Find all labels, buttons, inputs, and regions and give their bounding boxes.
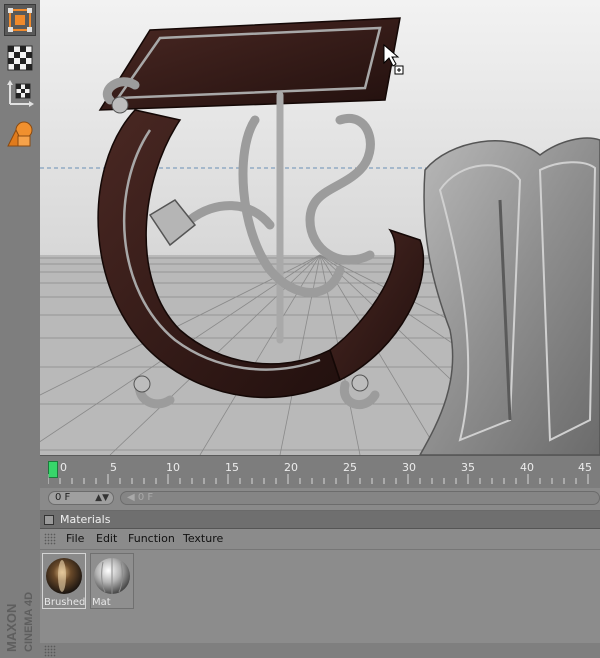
svg-text:MAXON: MAXON [4, 604, 19, 652]
select-icon[interactable] [4, 4, 36, 36]
tick-label: 30 [402, 461, 416, 474]
current-frame-field[interactable]: 0 F ▲▼ [48, 491, 114, 505]
tick-label: 20 [284, 461, 298, 474]
menu-file[interactable]: File [66, 532, 84, 545]
panel-footer [40, 643, 600, 658]
materials-panel: Materials File Edit Function Texture Bru… [40, 511, 600, 658]
tick-label: 35 [461, 461, 475, 474]
tick-label: 25 [343, 461, 357, 474]
panel-toggle-icon[interactable] [44, 515, 54, 525]
material-swatch-brushed[interactable]: Brushed [42, 553, 86, 609]
tick-label: 45 [578, 461, 592, 474]
menu-function[interactable]: Function [128, 532, 175, 545]
material-label: Mat [92, 597, 111, 608]
material-swatch-mat[interactable]: Mat [90, 553, 134, 609]
tick-label: 5 [110, 461, 117, 474]
timeline-ruler[interactable]: 0 5 10 15 20 25 30 35 40 45 [40, 456, 600, 489]
frame-controls: 0 F ▲▼ ◀ 0 F [40, 488, 600, 511]
ruler-ticks [48, 474, 589, 484]
frame-range-field[interactable]: ◀ 0 F [120, 491, 600, 505]
axis-checker-icon[interactable] [4, 78, 36, 110]
tick-label: 10 [166, 461, 180, 474]
materials-header: Materials [40, 511, 600, 529]
letter-w-model[interactable] [419, 137, 600, 455]
menu-texture[interactable]: Texture [183, 532, 223, 545]
grip-icon[interactable] [44, 533, 56, 545]
panel-title: Materials [60, 513, 111, 526]
arrow-left-icon: ◀ [127, 492, 135, 503]
tick-label: 40 [520, 461, 534, 474]
cinema4d-window: MAXON CINEMA 4D 0 5 10 15 20 25 30 35 40… [0, 0, 600, 658]
mat-sphere-icon [94, 558, 130, 594]
current-frame-value: 0 F [55, 492, 71, 503]
tick-label: 0 [60, 461, 67, 474]
primitive-shapes-icon[interactable] [4, 118, 36, 150]
checker-icon[interactable] [4, 42, 36, 74]
tick-label: 15 [225, 461, 239, 474]
3d-viewport[interactable] [40, 0, 600, 456]
stepper-icon[interactable]: ▲▼ [95, 492, 109, 504]
svg-text:CINEMA 4D: CINEMA 4D [23, 592, 35, 652]
menu-edit[interactable]: Edit [96, 532, 117, 545]
maxon-cinema4d-logo: MAXON CINEMA 4D [2, 564, 38, 654]
material-label: Brushed [44, 597, 86, 608]
frame-range-value: 0 F [137, 492, 154, 503]
brushed-sphere-icon [46, 558, 82, 594]
left-toolbar: MAXON CINEMA 4D [0, 0, 41, 658]
materials-menubar: File Edit Function Texture [40, 529, 600, 550]
grip-icon[interactable] [44, 645, 56, 657]
